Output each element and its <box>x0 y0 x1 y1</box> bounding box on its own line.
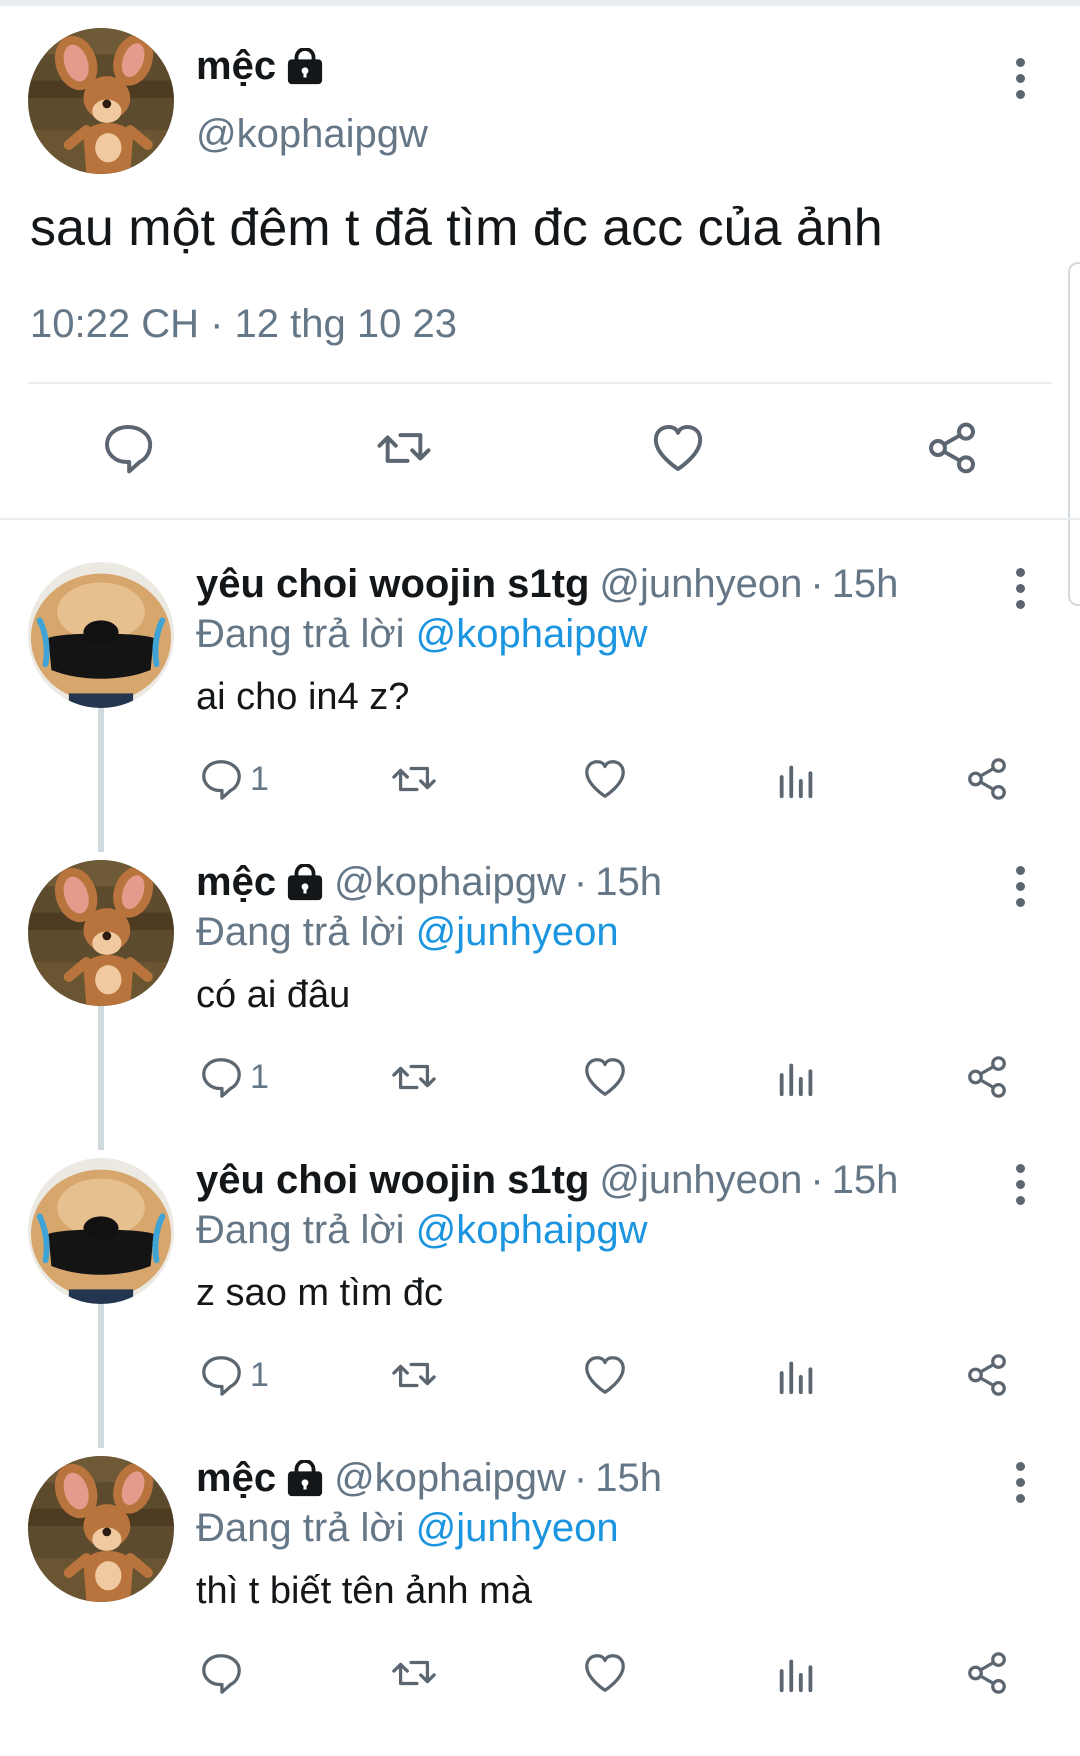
reply-time[interactable]: 15h <box>595 860 662 905</box>
replying-prefix: Đang trả lời <box>196 612 405 656</box>
reply-count: 1 <box>250 760 269 798</box>
analytics-icon[interactable] <box>774 1054 820 1100</box>
reply-button[interactable]: 1 <box>198 756 298 804</box>
replying-prefix: Đang trả lời <box>196 910 405 954</box>
reply-icon[interactable] <box>100 420 156 476</box>
replying-to: Đang trả lời @junhyeon <box>196 910 619 955</box>
more-options-icon[interactable] <box>1010 58 1030 99</box>
retweet-icon[interactable] <box>388 756 440 802</box>
avatar-mouse[interactable] <box>28 860 174 1006</box>
avatar-mouse[interactable] <box>28 28 174 174</box>
reply-text: thì t biết tên ảnh mà <box>196 1570 532 1612</box>
analytics-icon[interactable] <box>774 1650 820 1696</box>
reply-time[interactable]: 15h <box>832 1158 899 1203</box>
retweet-icon[interactable] <box>372 420 436 476</box>
share-icon[interactable] <box>964 1352 1010 1398</box>
more-options-icon[interactable] <box>1010 1164 1030 1205</box>
analytics-icon[interactable] <box>774 1352 820 1398</box>
scrollbar[interactable] <box>1068 262 1080 606</box>
share-icon[interactable] <box>964 1054 1010 1100</box>
reply-button[interactable] <box>198 1650 298 1698</box>
author-name[interactable]: mệc <box>196 44 276 89</box>
reply-header: yêu choi woojin s1tg @junhyeon · 15h <box>196 1158 898 1203</box>
reply-icon <box>198 1054 244 1100</box>
more-options-icon[interactable] <box>1010 866 1030 907</box>
reply-time[interactable]: 15h <box>595 1456 662 1501</box>
replying-prefix: Đang trả lời <box>196 1506 405 1550</box>
divider <box>28 382 1052 384</box>
replying-to: Đang trả lời @junhyeon <box>196 1506 619 1551</box>
reply-count: 1 <box>250 1356 269 1394</box>
reply-header: mệc @kophaipgw · 15h <box>196 860 662 905</box>
retweet-icon[interactable] <box>388 1054 440 1100</box>
author-handle[interactable]: @junhyeon <box>599 1158 802 1203</box>
mention-link[interactable]: @junhyeon <box>416 1506 619 1550</box>
separator: · <box>810 1158 824 1202</box>
like-icon[interactable] <box>582 1054 628 1100</box>
reply-icon <box>198 1352 244 1398</box>
separator: · <box>573 860 588 904</box>
author-handle[interactable]: @junhyeon <box>599 562 802 607</box>
like-icon[interactable] <box>582 1650 628 1696</box>
reply-header: mệc @kophaipgw · 15h <box>196 1456 662 1501</box>
lock-icon <box>286 48 324 86</box>
more-options-icon[interactable] <box>1010 1462 1030 1503</box>
like-icon[interactable] <box>582 1352 628 1398</box>
top-divider <box>0 0 1080 6</box>
author-name[interactable]: yêu choi woojin s1tg <box>196 562 589 607</box>
replying-to: Đang trả lời @kophaipgw <box>196 1208 648 1253</box>
reply-time[interactable]: 15h <box>832 562 899 607</box>
mention-link[interactable]: @kophaipgw <box>416 1208 648 1252</box>
tweet-text: sau một đêm t đã tìm đc acc của ảnh <box>30 199 883 257</box>
reply-tweet[interactable]: yêu choi woojin s1tg @junhyeon · 15h Đan… <box>0 562 1080 862</box>
lock-icon <box>286 864 324 902</box>
author-name[interactable]: mệc <box>196 1456 276 1501</box>
retweet-icon[interactable] <box>388 1352 440 1398</box>
reply-tweet[interactable]: mệc @kophaipgw · 15h Đang trả lời @junhy… <box>0 860 1080 1160</box>
lock-icon <box>286 1460 324 1498</box>
mention-link[interactable]: @kophaipgw <box>416 612 648 656</box>
reply-text: ai cho in4 z? <box>196 676 410 718</box>
author-name-row[interactable]: mệc <box>196 44 324 89</box>
avatar-dog[interactable] <box>28 562 174 708</box>
retweet-icon[interactable] <box>388 1650 440 1696</box>
avatar-dog[interactable] <box>28 1158 174 1304</box>
reply-text: có ai đâu <box>196 974 351 1016</box>
more-options-icon[interactable] <box>1010 568 1030 609</box>
separator: · <box>810 562 824 606</box>
replying-prefix: Đang trả lời <box>196 1208 405 1252</box>
separator: · <box>573 1456 588 1500</box>
mention-link[interactable]: @junhyeon <box>416 910 619 954</box>
author-name[interactable]: mệc <box>196 860 276 905</box>
like-icon[interactable] <box>582 756 628 802</box>
author-handle[interactable]: @kophaipgw <box>334 860 566 905</box>
reply-text: z sao m tìm đc <box>196 1272 444 1314</box>
like-icon[interactable] <box>650 420 706 476</box>
reply-header: yêu choi woojin s1tg @junhyeon · 15h <box>196 562 898 607</box>
reply-icon <box>198 756 244 802</box>
tweet-timestamp[interactable]: 10:22 CH · 12 thg 10 23 <box>30 302 457 347</box>
reply-button[interactable]: 1 <box>198 1054 298 1102</box>
section-divider <box>0 518 1080 520</box>
author-name[interactable]: yêu choi woojin s1tg <box>196 1158 589 1203</box>
replying-to: Đang trả lời @kophaipgw <box>196 612 648 657</box>
reply-count: 1 <box>250 1058 269 1096</box>
author-handle[interactable]: @kophaipgw <box>196 112 428 157</box>
avatar-mouse[interactable] <box>28 1456 174 1602</box>
reply-tweet[interactable]: yêu choi woojin s1tg @junhyeon · 15h Đan… <box>0 1158 1080 1458</box>
analytics-icon[interactable] <box>774 756 820 802</box>
reply-tweet[interactable]: mệc @kophaipgw · 15h Đang trả lời @junhy… <box>0 1456 1080 1756</box>
reply-button[interactable]: 1 <box>198 1352 298 1400</box>
share-icon[interactable] <box>964 1650 1010 1696</box>
reply-icon <box>198 1650 244 1696</box>
author-handle[interactable]: @kophaipgw <box>334 1456 566 1501</box>
share-icon[interactable] <box>964 756 1010 802</box>
share-icon[interactable] <box>924 420 980 476</box>
